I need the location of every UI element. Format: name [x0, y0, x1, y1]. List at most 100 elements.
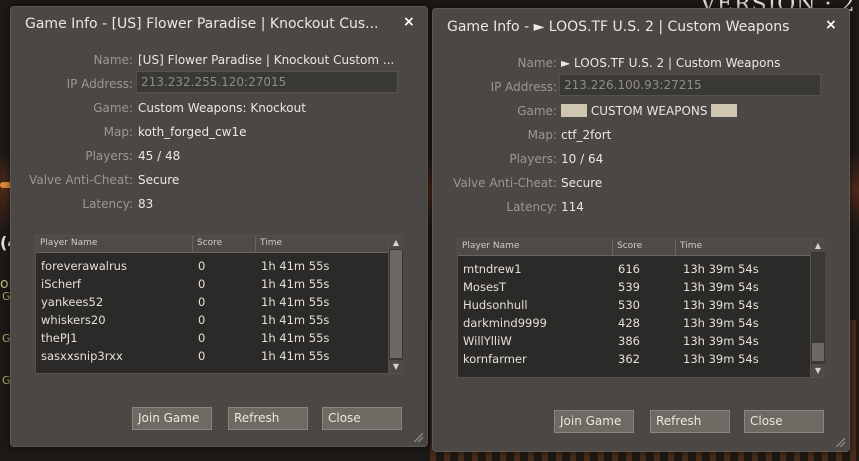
- ip-address-field[interactable]: 213.232.255.120:27015: [136, 71, 398, 93]
- game-tag-chip: [561, 104, 587, 117]
- vac-value: Secure: [561, 176, 603, 190]
- table-row[interactable]: MosesT 539 13h 39m 54s: [458, 278, 811, 296]
- scroll-thumb[interactable]: [812, 343, 824, 361]
- score-cell: 616: [618, 262, 640, 276]
- time-cell: 1h 41m 55s: [261, 259, 330, 273]
- table-row[interactable]: sasxxsnip3rxx 0 1h 41m 55s: [36, 347, 389, 365]
- scroll-down-icon[interactable]: ▼: [811, 364, 825, 377]
- game-info-dialog-right: Game Info - ► LOOS.TF U.S. 2 | Custom We…: [432, 8, 850, 452]
- column-header-player-name[interactable]: Player Name: [458, 239, 613, 255]
- game-value-row: CUSTOM WEAPONS: [561, 104, 738, 118]
- close-icon[interactable]: ×: [403, 14, 415, 30]
- server-name-value: ► LOOS.TF U.S. 2 | Custom Weapons: [561, 56, 781, 70]
- column-header-score[interactable]: Score: [193, 236, 256, 252]
- ip-address-field[interactable]: 213.226.100.93:27215: [559, 74, 821, 96]
- column-header-score[interactable]: Score: [613, 239, 676, 255]
- column-header-player-name[interactable]: Player Name: [36, 236, 193, 252]
- score-cell: 0: [198, 331, 206, 345]
- table-row[interactable]: kornfarmer 362 13h 39m 54s: [458, 350, 811, 368]
- player-name-cell: iScherf: [41, 277, 81, 291]
- time-cell: 13h 39m 54s: [683, 280, 759, 294]
- column-header-time[interactable]: Time: [256, 236, 389, 252]
- dialog-title: Game Info - ► LOOS.TF U.S. 2 | Custom We…: [447, 19, 790, 35]
- table-row[interactable]: foreverawalrus 0 1h 41m 55s: [36, 257, 389, 275]
- score-cell: 428: [618, 316, 640, 330]
- close-button[interactable]: Close: [322, 407, 402, 430]
- player-name-cell: kornfarmer: [463, 352, 527, 366]
- time-cell: 1h 41m 55s: [261, 349, 330, 363]
- resize-grip-icon[interactable]: [413, 432, 423, 442]
- table-row[interactable]: Hudsonhull 530 13h 39m 54s: [458, 296, 811, 314]
- player-list-scrollbar[interactable]: ▲ ▼: [388, 236, 403, 373]
- table-row[interactable]: WillYlliW 386 13h 39m 54s: [458, 332, 811, 350]
- ip-label: IP Address:: [66, 77, 133, 91]
- score-cell: 0: [198, 349, 206, 363]
- player-name-cell: yankees52: [41, 295, 104, 309]
- score-cell: 0: [198, 259, 206, 273]
- score-cell: 0: [198, 313, 206, 327]
- table-row[interactable]: yankees52 0 1h 41m 55s: [36, 293, 389, 311]
- player-name-cell: foreverawalrus: [41, 259, 127, 273]
- table-row[interactable]: thePJ1 0 1h 41m 55s: [36, 329, 389, 347]
- time-cell: 13h 39m 54s: [683, 262, 759, 276]
- scroll-thumb[interactable]: [390, 250, 402, 358]
- time-cell: 13h 39m 54s: [683, 298, 759, 312]
- game-value: Custom Weapons: Knockout: [138, 101, 306, 115]
- close-icon[interactable]: ×: [825, 17, 837, 33]
- scroll-down-icon[interactable]: ▼: [389, 360, 403, 373]
- player-list: Player Name Score Time foreverawalrus 0 …: [35, 235, 403, 374]
- refresh-button[interactable]: Refresh: [228, 407, 308, 430]
- game-label: Game:: [93, 101, 133, 115]
- game-info-dialog-left: Game Info - [US] Flower Paradise | Knock…: [10, 6, 428, 447]
- score-cell: 362: [618, 352, 640, 366]
- player-list-header: Player Name Score Time: [36, 236, 389, 253]
- name-label: Name:: [93, 53, 133, 67]
- time-cell: 1h 41m 55s: [261, 331, 330, 345]
- game-tag-chip: [711, 104, 738, 117]
- name-label: Name:: [517, 56, 557, 70]
- player-name-cell: whiskers20: [41, 313, 106, 327]
- player-list-header: Player Name Score Time: [458, 239, 811, 256]
- map-value: ctf_2fort: [561, 128, 612, 142]
- map-value: koth_forged_cw1e: [138, 125, 247, 139]
- table-row[interactable]: darkmind9999 428 13h 39m 54s: [458, 314, 811, 332]
- latency-value: 83: [138, 197, 154, 211]
- score-cell: 386: [618, 334, 640, 348]
- latency-label: Latency:: [506, 200, 557, 214]
- column-header-time[interactable]: Time: [676, 239, 811, 255]
- resize-grip-icon[interactable]: [835, 437, 845, 447]
- time-cell: 1h 41m 55s: [261, 295, 330, 309]
- table-row[interactable]: mtndrew1 616 13h 39m 54s: [458, 260, 811, 278]
- players-value: 45 / 48: [138, 149, 181, 163]
- dialog-title: Game Info - [US] Flower Paradise | Knock…: [25, 16, 379, 32]
- player-list-scrollbar[interactable]: ▲ ▼: [810, 239, 825, 377]
- game-label: Game:: [517, 104, 557, 118]
- time-cell: 1h 41m 55s: [261, 277, 330, 291]
- player-name-cell: darkmind9999: [463, 316, 547, 330]
- player-name-cell: MosesT: [463, 280, 507, 294]
- score-cell: 0: [198, 277, 206, 291]
- score-cell: 0: [198, 295, 206, 309]
- table-row[interactable]: iScherf 0 1h 41m 55s: [36, 275, 389, 293]
- vac-label: Valve Anti-Cheat:: [29, 173, 133, 187]
- player-name-cell: thePJ1: [41, 331, 78, 345]
- player-name-cell: Hudsonhull: [463, 298, 528, 312]
- latency-label: Latency:: [82, 197, 133, 211]
- map-label: Map:: [103, 125, 133, 139]
- close-button[interactable]: Close: [744, 410, 824, 433]
- player-list: Player Name Score Time mtndrew1 616 13h …: [457, 238, 825, 378]
- players-label: Players:: [509, 152, 557, 166]
- join-game-button[interactable]: Join Game: [132, 407, 212, 430]
- scroll-up-icon[interactable]: ▲: [389, 236, 403, 249]
- time-cell: 1h 41m 55s: [261, 313, 330, 327]
- map-label: Map:: [527, 128, 557, 142]
- player-name-cell: WillYlliW: [463, 334, 512, 348]
- join-game-button[interactable]: Join Game: [554, 410, 634, 433]
- table-row[interactable]: whiskers20 0 1h 41m 55s: [36, 311, 389, 329]
- scroll-up-icon[interactable]: ▲: [811, 239, 825, 252]
- refresh-button[interactable]: Refresh: [650, 410, 730, 433]
- players-value: 10 / 64: [561, 152, 604, 166]
- vac-label: Valve Anti-Cheat:: [453, 176, 557, 190]
- game-value: CUSTOM WEAPONS: [590, 104, 708, 118]
- ip-label: IP Address:: [490, 80, 557, 94]
